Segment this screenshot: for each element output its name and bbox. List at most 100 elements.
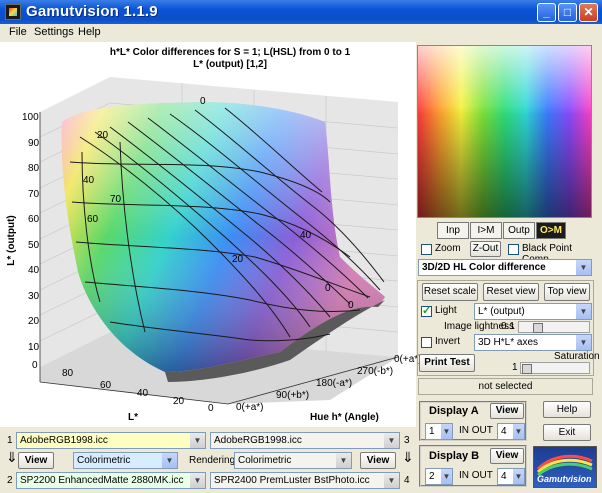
chevron-down-icon: ▼ — [513, 424, 524, 439]
chevron-down-icon: ▼ — [384, 433, 399, 448]
invert-checkbox[interactable] — [421, 337, 432, 348]
light-checkbox[interactable] — [421, 304, 432, 317]
minimize-button[interactable]: _ — [537, 3, 556, 22]
status-box: not selected — [418, 378, 593, 395]
h-tick: 270(-b*) — [357, 366, 394, 377]
arrow-down-icon: ⇓ — [6, 449, 18, 465]
l-tick: 40 — [137, 388, 149, 399]
chevron-down-icon: ▼ — [336, 453, 351, 468]
intent-left-select[interactable]: Colorimetric ▼ — [73, 452, 178, 469]
h-axis-label: Hue h* (Angle) — [310, 412, 379, 423]
light-label: Light — [435, 305, 457, 316]
rendering-label: Rendering — [189, 455, 236, 466]
menu-help[interactable]: Help — [78, 26, 101, 38]
invert-axes-select[interactable]: 3D H*L* axes ▼ — [474, 334, 592, 351]
menu-settings[interactable]: Settings — [34, 26, 74, 38]
print-test-button[interactable]: Print Test — [419, 354, 475, 372]
display-a-in-select[interactable]: 1 ▼ — [425, 423, 453, 440]
z-tick: 0 — [32, 360, 38, 371]
view-button-o-m[interactable]: O>M — [536, 222, 566, 239]
contour-label: 60 — [87, 214, 99, 225]
display-b-out-select[interactable]: 4 ▼ — [497, 468, 525, 485]
display-b-io-label: IN OUT — [459, 470, 493, 481]
view-left-button[interactable]: View — [18, 452, 54, 469]
chevron-down-icon: ▼ — [190, 473, 205, 488]
reset-view-button[interactable]: Reset view — [483, 283, 539, 301]
display-a-io-label: IN OUT — [459, 425, 493, 436]
view-button-outp[interactable]: Outp — [503, 222, 535, 239]
saturation-label: Saturation — [554, 351, 600, 362]
chevron-down-icon: ▼ — [190, 433, 205, 448]
display-b-in-select[interactable]: 2 ▼ — [425, 468, 453, 485]
z-tick: 70 — [28, 189, 40, 200]
file-2-number: 2 — [7, 475, 13, 486]
file-3-number: 3 — [404, 435, 410, 446]
exit-button[interactable]: Exit — [543, 424, 591, 441]
z-tick: 40 — [28, 265, 40, 276]
image-lightness-value: 0.1 — [501, 321, 515, 332]
contour-label: 0 — [325, 283, 331, 294]
z-tick: 30 — [28, 291, 40, 302]
menu-file[interactable]: File — [9, 26, 27, 38]
l-tick: 20 — [173, 396, 185, 407]
view-button-inp[interactable]: Inp — [437, 222, 469, 239]
contour-label: 40 — [300, 230, 312, 241]
help-button[interactable]: Help — [543, 401, 591, 418]
contour-label: 0 — [348, 300, 354, 311]
zoom-checkbox[interactable] — [421, 244, 432, 255]
black-point-comp-checkbox[interactable] — [508, 244, 519, 255]
z-tick: 100 — [22, 112, 39, 123]
chevron-down-icon: ▼ — [384, 473, 399, 488]
file-1-select[interactable]: AdobeRGB1998.icc ▼ — [16, 432, 206, 449]
display-a-out-select[interactable]: 4 ▼ — [497, 423, 525, 440]
z-axis-label: L* (output) — [5, 215, 17, 266]
z-tick: 80 — [28, 163, 40, 174]
chevron-down-icon: ▼ — [576, 335, 591, 350]
chevron-down-icon: ▼ — [441, 424, 452, 439]
light-select[interactable]: L* (output) ▼ — [474, 303, 592, 320]
z-tick: 50 — [28, 240, 40, 251]
display-a-view-button[interactable]: View — [490, 403, 524, 419]
file-1-number: 1 — [7, 435, 13, 446]
z-tick: 90 — [28, 138, 40, 149]
slider-thumb[interactable] — [533, 323, 543, 333]
gamutvision-logo: Gamutvision — [533, 446, 597, 488]
logo-text: Gamutvision — [537, 474, 592, 484]
app-icon — [5, 4, 21, 20]
l-tick: 60 — [100, 380, 112, 391]
chevron-down-icon: ▼ — [162, 453, 177, 468]
chevron-down-icon: ▼ — [576, 304, 591, 319]
chevron-down-icon: ▼ — [441, 469, 452, 484]
saturation-value: 1 — [512, 362, 518, 373]
saturation-slider[interactable] — [520, 362, 590, 374]
zoom-label: Zoom — [435, 243, 461, 254]
contour-label: 0 — [200, 96, 206, 107]
arrow-down-icon: ⇓ — [402, 449, 414, 465]
file-4-select[interactable]: SPR2400 PremLuster BstPhoto.icc ▼ — [210, 472, 400, 489]
contour-label: 20 — [97, 130, 109, 141]
invert-label: Invert — [435, 336, 461, 347]
l-axis-label: L* — [128, 412, 138, 423]
l-tick: 0 — [208, 403, 214, 414]
file-3-select[interactable]: AdobeRGB1998.icc ▼ — [210, 432, 400, 449]
file-2-select[interactable]: SP2200 EnhancedMatte 2880MK.icc ▼ — [16, 472, 206, 489]
chevron-down-icon: ▼ — [576, 260, 591, 275]
display-b-view-button[interactable]: View — [490, 448, 524, 464]
slider-thumb[interactable] — [522, 364, 532, 374]
close-button[interactable]: ✕ — [579, 3, 598, 22]
h-tick: 180(-a*) — [316, 378, 353, 389]
intent-right-select[interactable]: Colorimetric ▼ — [234, 452, 352, 469]
contour-label: 20 — [232, 254, 244, 265]
maximize-button[interactable]: □ — [558, 3, 577, 22]
window-title: Gamutvision 1.1.9 — [26, 3, 158, 20]
view-right-button[interactable]: View — [360, 452, 396, 469]
h-tick: 90(+b*) — [276, 390, 310, 401]
reset-scale-button[interactable]: Reset scale — [422, 283, 478, 301]
view-button-i-m[interactable]: I>M — [470, 222, 502, 239]
contour-label: 70 — [110, 194, 122, 205]
display-type-select[interactable]: 3D/2D HL Color difference ▼ — [418, 259, 592, 276]
z-tick: 60 — [28, 214, 40, 225]
image-lightness-slider[interactable] — [518, 321, 590, 333]
top-view-button[interactable]: Top view — [544, 283, 590, 301]
zoom-out-button[interactable]: Z-Out — [470, 241, 501, 257]
